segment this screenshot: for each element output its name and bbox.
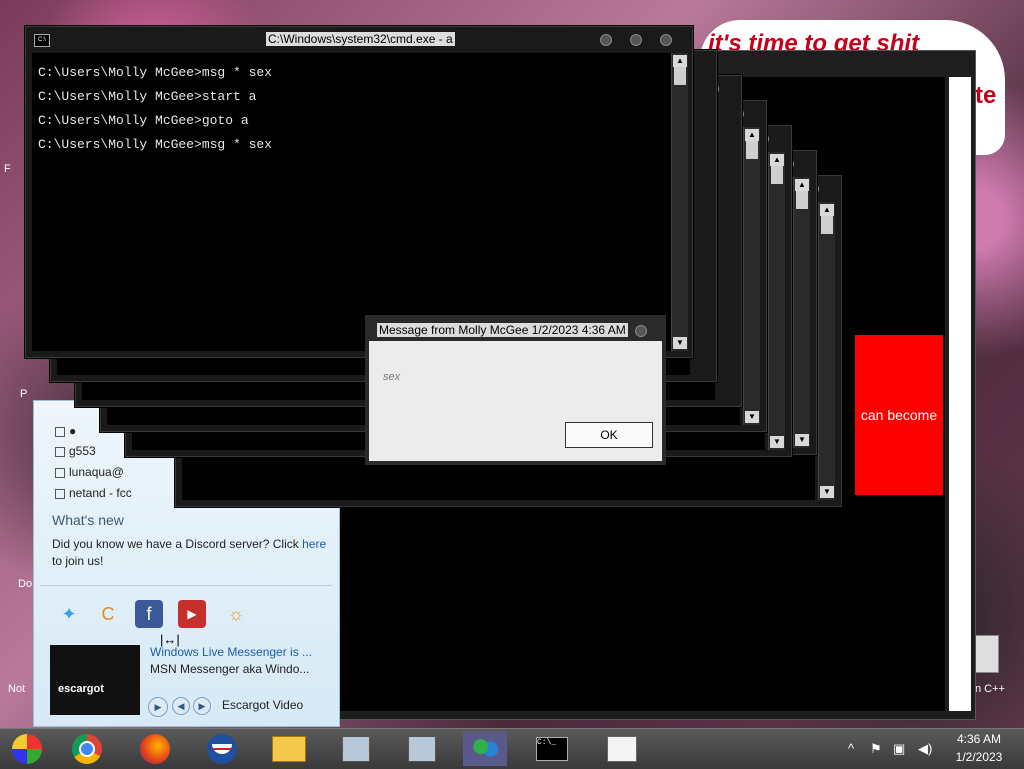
scroll-down-icon[interactable]: ▼	[673, 337, 687, 349]
obama-icon[interactable]	[200, 732, 244, 766]
contact-name: lunaqua@	[69, 465, 124, 479]
discord-text: Did you know we have a Discord server? C…	[52, 537, 299, 551]
console-line: C:\Users\Molly McGee>start a	[38, 89, 257, 104]
message-dialog[interactable]: Message from Molly McGee 1/2/2023 4:36 A…	[368, 318, 663, 462]
scrollbar[interactable]: ▲ ▼	[743, 127, 760, 425]
volume-icon[interactable]: ◀)	[918, 741, 932, 757]
chrome-icon[interactable]	[65, 732, 109, 766]
contact-checkbox[interactable]	[55, 467, 65, 478]
red-panel-label: can become	[860, 407, 938, 423]
ok-button[interactable]: OK	[565, 422, 653, 448]
desktop-label-3: Do	[18, 578, 33, 590]
close-icon[interactable]	[660, 34, 672, 46]
refresh-c-icon[interactable]: C	[94, 600, 122, 628]
desktop-label-1: F	[4, 163, 11, 175]
next-icon[interactable]: ▶	[193, 697, 211, 715]
contact-checkbox[interactable]	[55, 426, 65, 437]
maximize-icon[interactable]	[630, 34, 642, 46]
console-area[interactable]: C:\Users\Molly McGee>msg * sex C:\Users\…	[32, 53, 672, 351]
messenger-icon[interactable]	[463, 732, 507, 766]
contact-name: g553	[69, 444, 96, 458]
cmd-icon[interactable]: C:\_	[530, 732, 574, 766]
contact-item[interactable]: lunaqua@	[55, 465, 124, 479]
video-title-link[interactable]: Windows Live Messenger is ...	[150, 645, 312, 659]
scrollbar[interactable]: ▲ ▼	[793, 177, 810, 448]
discord-link[interactable]: here	[302, 537, 326, 551]
discord-suffix: to join us!	[52, 554, 104, 568]
notepad-icon[interactable]	[600, 732, 644, 766]
dialog-title: Message from Molly McGee 1/2/2023 4:36 A…	[377, 323, 628, 337]
windows-start-icon[interactable]	[5, 732, 49, 766]
network-status-icon[interactable]: ▣	[893, 741, 905, 757]
scroll-up-icon[interactable]: ▲	[673, 55, 687, 67]
desktop-label-5: n C++	[975, 683, 1005, 695]
video-thumbnail[interactable]: escargot	[50, 645, 140, 715]
close-icon[interactable]	[635, 325, 647, 337]
desktop-label-4: Not	[8, 683, 26, 695]
red-panel: can become	[855, 335, 943, 495]
scrollbar[interactable]: ▲ ▼	[768, 152, 785, 450]
chevron-up-icon[interactable]: ^	[848, 741, 854, 756]
minimize-icon[interactable]	[600, 34, 612, 46]
prev-icon[interactable]: ◀	[172, 697, 190, 715]
console-line: C:\Users\Molly McGee>msg * sex	[38, 65, 273, 80]
dialog-message: sex	[383, 371, 401, 383]
clock-time[interactable]: 4:36 AM	[950, 732, 1008, 746]
background-window-scrollbar[interactable]	[949, 77, 971, 711]
network-icon-2[interactable]	[400, 732, 444, 766]
contact-checkbox[interactable]	[55, 488, 65, 499]
butterfly-icon[interactable]: ✦	[55, 600, 83, 628]
scroll-thumb[interactable]	[674, 67, 686, 85]
cmd-window-main[interactable]: C:\ C:\Windows\system32\cmd.exe - a C:\U…	[25, 26, 693, 358]
whats-new-heading: What's new	[52, 512, 124, 528]
facebook-icon[interactable]: f	[135, 600, 163, 628]
scrollbar[interactable]: ▲ ▼	[818, 202, 835, 500]
clock-date[interactable]: 1/2/2023	[950, 750, 1008, 764]
file-explorer-icon[interactable]	[267, 732, 311, 766]
play-icon[interactable]: ▶	[148, 697, 168, 717]
video-label: Escargot Video	[222, 698, 304, 712]
youtube-icon[interactable]: ▶	[178, 600, 206, 628]
console-line: C:\Users\Molly McGee>goto a	[38, 113, 249, 128]
title-bar[interactable]: C:\ C:\Windows\system32\cmd.exe - a	[26, 27, 692, 53]
contact-checkbox[interactable]	[55, 446, 65, 457]
video-subtitle: MSN Messenger aka Windo...	[150, 662, 310, 676]
flag-icon[interactable]: ⚑	[870, 741, 882, 757]
dialog-title-bar[interactable]: Message from Molly McGee 1/2/2023 4:36 A…	[369, 319, 662, 341]
desktop-label-2: P	[20, 388, 28, 400]
recycle-bin-icon[interactable]	[975, 635, 999, 673]
contact-item[interactable]: netand - fcc	[55, 486, 132, 500]
console-line: C:\Users\Molly McGee>msg * sex	[38, 137, 273, 152]
console-scrollbar[interactable]: ▲ ▼	[671, 53, 688, 351]
divider	[40, 585, 332, 586]
contact-item[interactable]: ●	[55, 424, 76, 438]
sun-icon[interactable]: ☼	[222, 600, 250, 628]
contact-item[interactable]: g553	[55, 444, 96, 458]
firefox-icon[interactable]	[133, 732, 177, 766]
callout-text-2: te	[975, 82, 997, 109]
window-title: C:\Windows\system32\cmd.exe - a	[266, 32, 455, 46]
discord-notice: Did you know we have a Discord server? C…	[52, 536, 332, 570]
contact-name: netand - fcc	[69, 486, 132, 500]
thumbnail-label: escargot	[58, 683, 104, 695]
network-icon[interactable]	[334, 732, 378, 766]
cmd-app-icon[interactable]: C:\	[34, 34, 50, 47]
